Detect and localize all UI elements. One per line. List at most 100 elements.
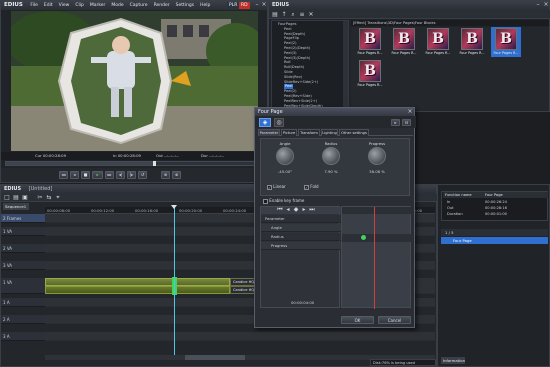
kf-add-icon[interactable]: ◆ — [293, 207, 299, 213]
search-icon[interactable]: ⌕ — [290, 12, 296, 18]
menu-item[interactable]: Clip — [75, 2, 84, 10]
graph-cursor[interactable] — [374, 207, 375, 309]
bin-clip[interactable]: B Four Pages R... — [355, 59, 385, 89]
menu-item[interactable]: Capture — [130, 2, 148, 10]
close-icon[interactable]: × — [407, 109, 413, 115]
track-header[interactable]: 2 Frames — [1, 214, 45, 223]
enable-keyframe-checkbox[interactable]: Enable key frame — [263, 198, 304, 204]
menu-item[interactable]: Mode — [111, 2, 123, 10]
up-icon[interactable]: ↑ — [281, 12, 287, 18]
settings-icon[interactable]: ◎ — [274, 118, 284, 127]
dialog-tab[interactable]: Lighting — [321, 129, 338, 136]
track-header[interactable]: 1 VA — [1, 278, 45, 294]
menu-item[interactable]: Render — [154, 2, 170, 10]
clip-label: Four Pages R... — [459, 51, 485, 55]
insert-button[interactable]: ⊕ — [161, 171, 170, 179]
keyframe-point[interactable] — [361, 235, 366, 240]
kf-prev-icon[interactable]: ◂ — [285, 207, 291, 213]
menu-item[interactable]: Help — [200, 2, 210, 10]
info-tab[interactable]: Information — [441, 357, 465, 364]
track-lane[interactable] — [45, 332, 435, 341]
keyframe-row[interactable]: Angle — [261, 224, 341, 232]
folder-icon[interactable]: ▤ — [272, 12, 278, 18]
keyframe-check-box[interactable] — [263, 198, 268, 204]
transport-btn-6[interactable]: ◂| — [116, 171, 125, 179]
track-header[interactable]: 2 A — [1, 315, 45, 324]
fold-check-box[interactable]: ✓ — [304, 184, 309, 190]
snap-icon[interactable]: ⌖ — [55, 195, 61, 201]
info-list-item[interactable]: Four Page — [441, 237, 548, 244]
ripple-icon[interactable]: ⇆ — [46, 195, 52, 201]
kf-next-icon[interactable]: ▸ — [301, 207, 307, 213]
dialog-tab[interactable]: Transform — [298, 129, 320, 136]
close-icon[interactable]: × — [543, 2, 549, 8]
knob-value[interactable]: -45.00° — [271, 169, 299, 174]
dialog-prev-button[interactable]: ▸ — [391, 119, 400, 126]
kf-last-icon[interactable]: ⏭ — [309, 207, 315, 213]
knob-dial[interactable] — [368, 147, 386, 165]
play-button[interactable]: ▸ — [92, 171, 103, 179]
tree-scrollbar[interactable] — [343, 21, 348, 109]
transport-btn-5[interactable]: ▸▸ — [105, 171, 114, 179]
dialog-tab[interactable]: Other settings — [339, 129, 369, 136]
menu-item[interactable]: View — [59, 2, 70, 10]
dialog-tab[interactable]: Parameter — [258, 129, 280, 136]
transport-btn-7[interactable]: |▸ — [127, 171, 136, 179]
knob-label: Radius — [324, 141, 338, 146]
player-scrub-bar[interactable] — [5, 161, 265, 166]
knob-dial[interactable] — [322, 147, 340, 165]
new-sequence-icon[interactable]: □ — [4, 195, 10, 201]
track-header[interactable]: 1 A — [1, 298, 45, 307]
menu-item[interactable]: File — [30, 2, 38, 10]
playhead[interactable] — [174, 207, 175, 357]
sequence-tab[interactable]: Sequence1 — [3, 203, 29, 210]
playhead-head[interactable] — [171, 205, 177, 209]
track-header[interactable]: 1 VA — [1, 227, 45, 236]
keyframe-graph[interactable] — [341, 206, 412, 309]
bin-clip[interactable]: B Four Pages R... — [457, 27, 487, 57]
cancel-button[interactable]: Cancel — [378, 316, 411, 324]
track-header[interactable]: 3 VA — [1, 261, 45, 270]
track-header[interactable]: 2 VA — [1, 244, 45, 253]
keyframe-row[interactable]: Progress — [261, 242, 341, 250]
save-icon[interactable]: ▣ — [22, 195, 28, 201]
bin-clip[interactable]: B Four Pages R... — [355, 27, 385, 57]
bin-clip[interactable]: B Four Pages R... — [491, 27, 521, 57]
ok-button[interactable]: OK — [341, 316, 374, 324]
menu-item[interactable]: Marker — [90, 2, 106, 10]
loop-button[interactable]: ↺ — [138, 171, 147, 179]
knob-dial[interactable] — [276, 147, 294, 165]
rd-badge[interactable]: RD — [239, 2, 250, 9]
minimize-icon[interactable]: – — [254, 2, 260, 8]
effect-icon[interactable]: ◈ — [259, 118, 271, 127]
audio-clip[interactable] — [45, 286, 230, 294]
overwrite-button[interactable]: ⊗ — [172, 171, 181, 179]
bin-clip[interactable]: B Four Pages R... — [389, 27, 419, 57]
fold-checkbox[interactable]: ✓ Fold — [304, 184, 319, 190]
keyframe-row[interactable]: Parameter — [261, 215, 341, 223]
transport-btn-2[interactable]: ◂ — [70, 171, 79, 179]
cut-icon[interactable]: ✂ — [37, 195, 43, 201]
dialog-next-button[interactable]: ⊟ — [402, 119, 411, 126]
menu-item[interactable]: Settings — [176, 2, 194, 10]
delete-icon[interactable]: ✕ — [308, 12, 314, 18]
transport-btn-1[interactable]: ◂◂ — [59, 171, 68, 179]
scrub-handle[interactable] — [153, 161, 157, 166]
list-view-icon[interactable]: ≡ — [299, 12, 305, 18]
menu-item[interactable]: Edit — [44, 2, 53, 10]
open-icon[interactable]: ▤ — [13, 195, 19, 201]
track-header[interactable]: 3 A — [1, 332, 45, 341]
linear-check-box[interactable]: ✓ — [267, 184, 272, 190]
video-clip[interactable] — [45, 278, 230, 286]
transport-btn-3[interactable]: ■ — [81, 171, 90, 179]
kf-first-icon[interactable]: ⏮ — [277, 207, 283, 213]
close-icon[interactable]: × — [261, 2, 267, 8]
knob-value[interactable]: 7.90 % — [317, 169, 345, 174]
minimize-icon[interactable]: – — [535, 2, 541, 8]
knob-value[interactable]: 36.08 % — [363, 169, 391, 174]
hscroll-thumb[interactable] — [185, 355, 245, 360]
bin-clip[interactable]: B Four Pages R... — [423, 27, 453, 57]
dialog-tab[interactable]: Picture — [281, 129, 297, 136]
keyframe-row[interactable]: Radius — [261, 233, 341, 241]
linear-checkbox[interactable]: ✓ Linear — [267, 184, 286, 190]
